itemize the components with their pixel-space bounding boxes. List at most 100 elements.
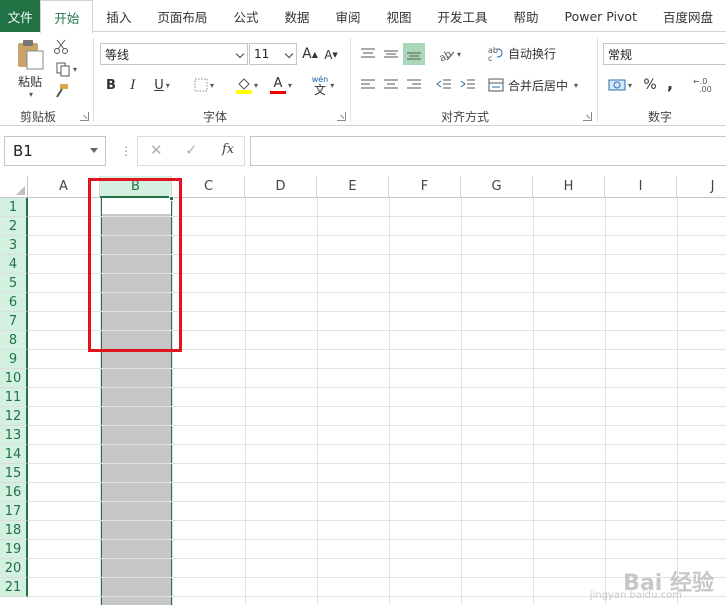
tab-data[interactable]: 数据	[271, 0, 322, 32]
increase-decimal-button[interactable]: ←.0.00	[690, 75, 726, 95]
divider	[597, 38, 598, 122]
row-header-7[interactable]: 7	[0, 312, 28, 331]
font-color-button[interactable]: A ▾	[266, 74, 296, 96]
tab-file[interactable]: 文件	[0, 0, 41, 32]
column-header-d[interactable]: D	[245, 176, 317, 198]
tab-review[interactable]: 审阅	[322, 0, 373, 32]
column-header-f[interactable]: F	[389, 176, 461, 198]
tab-help[interactable]: 帮助	[501, 0, 552, 32]
paste-icon	[18, 40, 44, 70]
column-header-e[interactable]: E	[317, 176, 389, 198]
column-header-c[interactable]: C	[173, 176, 245, 198]
row-header-17[interactable]: 17	[0, 502, 28, 521]
align-middle-icon	[384, 50, 398, 58]
underline-button[interactable]: U ▾	[147, 75, 177, 95]
tab-baidu-pan[interactable]: 百度网盘	[650, 0, 726, 32]
select-all-button[interactable]	[0, 176, 28, 198]
align-bottom-icon	[407, 52, 421, 60]
row-header-14[interactable]: 14	[0, 445, 28, 464]
row-header-5[interactable]: 5	[0, 274, 28, 293]
alignment-launcher-icon[interactable]	[583, 112, 592, 121]
tab-view[interactable]: 视图	[373, 0, 424, 32]
tab-page-layout[interactable]: 页面布局	[144, 0, 220, 32]
row-header-18[interactable]: 18	[0, 521, 28, 540]
align-left-button[interactable]	[358, 75, 378, 95]
fill-color-button[interactable]: ▾	[232, 74, 262, 96]
row-header-4[interactable]: 4	[0, 255, 28, 274]
font-name-select[interactable]: 等线	[100, 43, 248, 65]
percent-style-button[interactable]: %	[642, 75, 658, 95]
decrease-indent-button[interactable]	[434, 75, 454, 95]
tab-insert[interactable]: 插入	[93, 0, 144, 32]
align-center-icon	[384, 79, 398, 89]
name-box[interactable]: B1	[4, 136, 106, 166]
italic-button[interactable]: I	[125, 75, 141, 95]
wrap-text-button[interactable]: ab c 自动换行	[488, 42, 568, 64]
row-header-19[interactable]: 19	[0, 540, 28, 559]
row-header-2[interactable]: 2	[0, 217, 28, 236]
number-format-select[interactable]: 常规	[603, 43, 726, 65]
tab-home[interactable]: 开始	[40, 0, 94, 33]
align-right-button[interactable]	[404, 75, 424, 95]
clipboard-launcher-icon[interactable]	[80, 112, 89, 121]
row-header-16[interactable]: 16	[0, 483, 28, 502]
accounting-format-button[interactable]: ▾	[604, 75, 636, 95]
align-bottom-button[interactable]	[403, 43, 425, 65]
shrink-font-button[interactable]: A ▼	[323, 46, 339, 64]
row-header-6[interactable]: 6	[0, 293, 28, 312]
grid-line	[28, 463, 726, 464]
name-box-dropdown-icon[interactable]	[90, 148, 98, 153]
row-header-11[interactable]: 11	[0, 388, 28, 407]
decrease-indent-icon	[436, 79, 451, 89]
font-color-icon: A	[273, 75, 283, 91]
grid-line	[28, 387, 726, 388]
borders-button[interactable]: ▾	[190, 75, 218, 95]
row-header-9[interactable]: 9	[0, 350, 28, 369]
row-header-12[interactable]: 12	[0, 407, 28, 426]
orientation-button[interactable]: ab ▾	[434, 44, 464, 64]
column-header-j[interactable]: J	[677, 176, 726, 198]
name-box-value: B1	[13, 142, 33, 160]
row-header-8[interactable]: 8	[0, 331, 28, 350]
phonetic-char: 文	[313, 83, 326, 97]
highlight-box	[88, 178, 182, 352]
row-header-3[interactable]: 3	[0, 236, 28, 255]
bold-button[interactable]: B	[103, 75, 119, 95]
merge-center-button[interactable]: 合并后居中 ▾	[488, 74, 584, 96]
column-header-h[interactable]: H	[533, 176, 605, 198]
comma-style-button[interactable]: ,	[664, 73, 676, 93]
row-header-21[interactable]: 21	[0, 578, 28, 597]
font-launcher-icon[interactable]	[337, 112, 346, 121]
font-size-select[interactable]: 11	[249, 43, 297, 65]
tab-power-pivot[interactable]: Power Pivot	[552, 0, 650, 32]
cancel-icon[interactable]: ✕	[150, 141, 163, 159]
tab-developer[interactable]: 开发工具	[425, 0, 501, 32]
merge-center-label: 合并后居中	[508, 78, 569, 93]
format-painter-button[interactable]	[52, 82, 70, 100]
copy-button[interactable]: ▾	[52, 60, 80, 78]
align-center-button[interactable]	[381, 75, 401, 95]
insert-function-button[interactable]: fx	[222, 142, 234, 157]
column-header-i[interactable]: I	[605, 176, 677, 198]
row-header-15[interactable]: 15	[0, 464, 28, 483]
enter-icon[interactable]: ✓	[185, 141, 198, 159]
increase-indent-button[interactable]	[458, 75, 478, 95]
formula-input[interactable]	[250, 136, 726, 166]
align-middle-button[interactable]	[381, 44, 401, 64]
row-header-13[interactable]: 13	[0, 426, 28, 445]
row-header-20[interactable]: 20	[0, 559, 28, 578]
paste-button[interactable]: 粘贴 ▾	[12, 38, 48, 100]
phonetic-button[interactable]: wén 文 ▾	[306, 72, 340, 98]
format-painter-icon	[56, 84, 68, 98]
grid-line	[28, 368, 726, 369]
tab-formulas[interactable]: 公式	[220, 0, 271, 32]
cut-button[interactable]	[52, 38, 70, 56]
row-header-1[interactable]: 1	[0, 198, 28, 217]
more-options-icon[interactable]: ⋮	[120, 144, 132, 158]
align-top-button[interactable]	[358, 44, 378, 64]
column-header-g[interactable]: G	[461, 176, 533, 198]
grow-font-button[interactable]: A ▲	[302, 44, 318, 64]
grid-line	[317, 198, 318, 605]
paste-label: 粘贴	[17, 75, 42, 89]
row-header-10[interactable]: 10	[0, 369, 28, 388]
